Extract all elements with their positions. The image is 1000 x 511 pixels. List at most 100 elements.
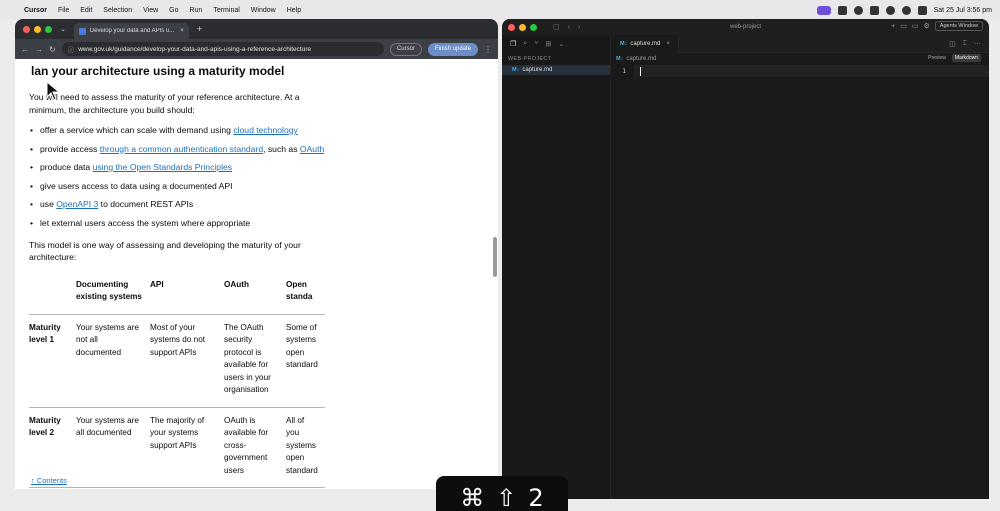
table-header (29, 271, 76, 315)
menu-selection[interactable]: Selection (103, 7, 132, 14)
menu-edit[interactable]: Edit (80, 7, 92, 14)
oauth-link[interactable]: OAuth (300, 144, 324, 154)
table-cell: All of you systems open standard (286, 407, 325, 488)
tab-title: Develop your data and APIs u... (89, 28, 175, 34)
explorer-header[interactable]: WEB-PROJECT (502, 53, 610, 65)
fullscreen-window-button[interactable] (530, 23, 537, 31)
web-page-content: lan your architecture using a maturity m… (15, 59, 498, 489)
editor-tab-capture-md[interactable]: M↓ capture.md × (612, 34, 679, 53)
editor-window-controls (508, 23, 537, 31)
shift-key-icon: ⇧ (496, 484, 517, 511)
breadcrumb-file[interactable]: capture.md (626, 56, 656, 62)
markdown-file-icon: M↓ (616, 56, 624, 62)
new-tab-button[interactable]: + (197, 24, 202, 34)
contents-link[interactable]: ↑ Contents (31, 476, 67, 485)
file-name: capture.md (522, 67, 553, 73)
menu-file[interactable]: File (58, 7, 69, 14)
search-icon[interactable]: ⌕ (523, 40, 527, 48)
split-editor-icon[interactable]: ◫ (949, 40, 956, 48)
code-line[interactable]: 1 (612, 65, 989, 77)
forward-arrow-icon[interactable]: › (578, 24, 580, 31)
browser-menu-icon[interactable]: ⋮ (484, 45, 492, 54)
section-heading: lan your architecture using a maturity m… (31, 64, 285, 78)
openapi-3-link[interactable]: OpenAPI 3 (56, 199, 98, 209)
panel-icon[interactable]: ▭ (912, 22, 919, 30)
wifi-icon[interactable] (885, 5, 895, 15)
intro-paragraph: You will need to assess the maturity of … (29, 92, 300, 115)
forward-arrow-icon[interactable]: → (35, 45, 43, 54)
menu-app-name[interactable]: Cursor (24, 7, 47, 14)
markdown-toggle[interactable]: Markdown (951, 54, 981, 62)
settings-gear-icon[interactable]: ⚙ (924, 22, 930, 30)
window-controls (23, 25, 52, 33)
layout-icon[interactable]: ▭ (900, 22, 907, 30)
command-key-icon: ⌘ (460, 484, 485, 511)
keystroke-overlay: ⌘ ⇧ 2 (436, 476, 568, 511)
page-scrollbar[interactable] (493, 237, 497, 277)
add-icon[interactable]: + (891, 23, 895, 30)
menu-go[interactable]: Go (169, 7, 178, 14)
mouse-pointer-icon (46, 81, 60, 101)
authentication-standard-link[interactable]: through a common authentication standard (100, 144, 263, 154)
app-status-icon[interactable] (837, 5, 847, 15)
file-item-capture-md[interactable]: M↓ capture.md (502, 65, 610, 75)
tab-close-icon[interactable]: × (180, 28, 184, 34)
view-mode-toggle: Preview Markdown (925, 54, 981, 62)
cursor-extension-button[interactable]: Cursor (389, 42, 422, 56)
requirements-list: offer a service which can scale with dem… (29, 124, 498, 229)
editor-window: ▢ ‹ › web-project + ▭ ▭ ⚙ Agents Window … (502, 19, 989, 499)
table-row-header: Maturity level 1 (29, 314, 76, 408)
address-bar[interactable]: ⓘ www.gov.uk/guidance/develop-your-data-… (61, 42, 384, 56)
tab-close-icon[interactable]: × (666, 41, 670, 47)
source-control-icon[interactable]: ⑂ (534, 40, 538, 48)
more-actions-icon[interactable]: ⋯ (974, 40, 981, 48)
key-label: 2 (528, 484, 544, 511)
close-window-button[interactable] (23, 25, 30, 33)
table-cell: The OAuth security protocol is available… (224, 314, 286, 408)
screen-recorder-icon[interactable] (816, 5, 831, 15)
menu-run[interactable]: Run (189, 7, 202, 14)
close-window-button[interactable] (508, 23, 515, 31)
markdown-file-icon: M↓ (512, 67, 520, 73)
open-standards-link[interactable]: using the Open Standards Principles (93, 162, 233, 172)
gov-uk-favicon-icon (78, 27, 86, 35)
list-item: let external users access the system whe… (29, 217, 329, 229)
finish-update-button[interactable]: Finish update (427, 42, 478, 56)
cloud-technology-link[interactable]: cloud technology (233, 125, 298, 135)
browser-tab-active[interactable]: Develop your data and APIs u... × (73, 23, 189, 39)
shield-icon[interactable] (853, 5, 863, 15)
table-header: Documenting existing systems (76, 271, 150, 315)
fullscreen-window-button[interactable] (45, 25, 52, 33)
list-item: use OpenAPI 3 to document REST APIs (29, 198, 329, 210)
back-arrow-icon[interactable]: ← (21, 45, 29, 54)
preview-icon[interactable]: ⌶ (963, 40, 967, 48)
text-caret (640, 66, 641, 76)
menu-window[interactable]: Window (251, 7, 276, 14)
menu-terminal[interactable]: Terminal (213, 7, 239, 14)
minimize-window-button[interactable] (34, 25, 41, 33)
sidebar-toggle-icon[interactable]: ▢ (553, 23, 560, 31)
search-icon[interactable] (901, 5, 911, 15)
back-arrow-icon[interactable]: ‹ (568, 24, 570, 31)
chevron-down-icon[interactable]: ⌄ (558, 40, 564, 48)
table-cell: Your systems are not all documented (76, 314, 150, 408)
table-cell: Your systems are all documented (76, 407, 150, 488)
site-info-icon[interactable]: ⓘ (68, 44, 75, 54)
menubar-datetime[interactable]: Sat 25 Jul 3:56 pm (934, 7, 992, 14)
files-icon[interactable]: ❐ (510, 40, 516, 48)
battery-icon[interactable] (869, 5, 879, 15)
editor-title-bar: ▢ ‹ › web-project + ▭ ▭ ⚙ Agents Window (502, 19, 989, 35)
table-row: Maturity level 2 Your systems are all do… (29, 407, 325, 488)
browser-tab-bar: ⌄ Develop your data and APIs u... × + (15, 19, 498, 39)
list-item: provide access through a common authenti… (29, 143, 329, 155)
minimize-window-button[interactable] (519, 23, 526, 31)
agents-window-button[interactable]: Agents Window (934, 21, 983, 31)
tab-search-chevron-icon[interactable]: ⌄ (60, 25, 66, 33)
control-center-icon[interactable] (917, 5, 927, 15)
extensions-icon[interactable]: ⊞ (545, 40, 551, 48)
reload-icon[interactable]: ↻ (49, 45, 56, 54)
menu-help[interactable]: Help (287, 7, 301, 14)
menu-view[interactable]: View (143, 7, 158, 14)
table-cell: Some of systems open standard (286, 314, 325, 408)
preview-toggle[interactable]: Preview (925, 54, 949, 62)
